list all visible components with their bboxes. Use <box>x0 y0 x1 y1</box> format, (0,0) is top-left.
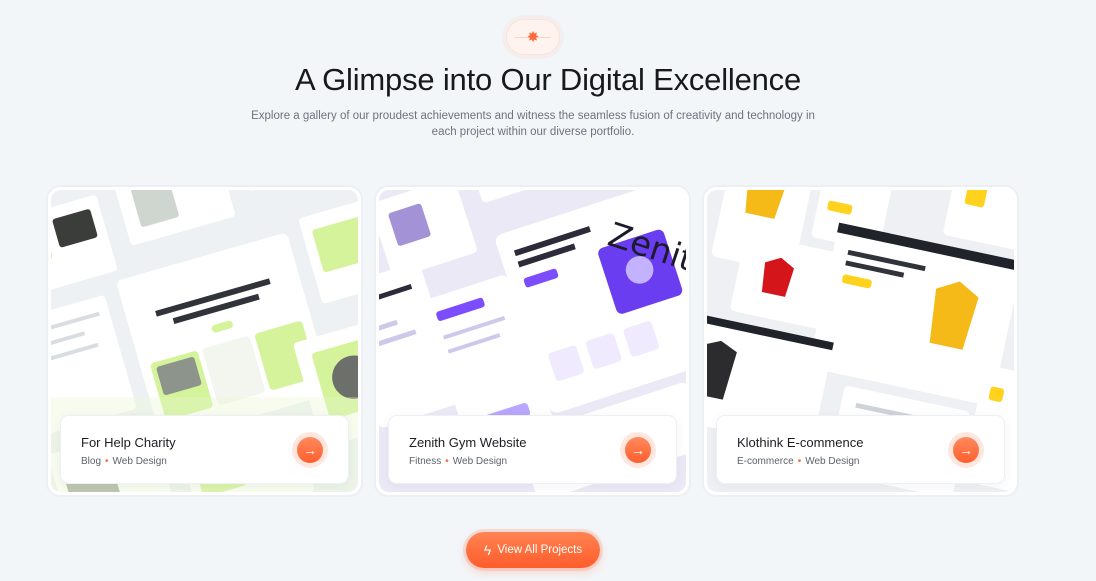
project-card-gym[interactable]: Zenith Zenith Gym Website Fitness • Web De… <box>374 185 691 497</box>
project-title: Klothink E-commence <box>737 435 864 450</box>
project-category: E-commerce <box>737 456 794 467</box>
arrow-right-icon: → <box>297 437 323 463</box>
view-all-projects-label: View All Projects <box>497 544 583 556</box>
project-tags: Fitness • Web Design <box>409 456 507 467</box>
project-tags: Blog • Web Design <box>81 456 167 467</box>
star-icon: ✸ <box>526 28 540 46</box>
project-type: Web Design <box>805 456 860 467</box>
separator-dot: • <box>105 456 109 467</box>
separator-dot: • <box>445 456 449 467</box>
project-title: For Help Charity <box>81 435 176 450</box>
arrow-right-icon: → <box>625 437 651 463</box>
view-all-projects-button[interactable]: ϟ View All Projects <box>466 532 600 568</box>
section-badge: ✸ <box>506 19 560 55</box>
project-type: Web Design <box>452 456 508 467</box>
separator-dot: • <box>797 456 802 467</box>
project-category: Blog <box>81 456 102 467</box>
project-info-panel: Klothink E-commence E-commerce • Web Desig… <box>716 415 1005 484</box>
project-info-panel: Zenith Gym Website Fitness • Web Design → <box>388 415 677 484</box>
project-card-charity[interactable]: For Help Charity Blog • Web Design → <box>46 185 363 497</box>
project-title: Zenith Gym Website <box>409 435 527 450</box>
open-project-button[interactable]: → <box>620 432 656 468</box>
arrow-right-icon: → <box>953 437 979 463</box>
project-category: Fitness <box>409 456 442 467</box>
open-project-button[interactable]: → <box>292 432 328 468</box>
lightning-icon: ϟ <box>483 542 492 558</box>
section-subtitle: Explore a gallery of our proudest achiev… <box>251 110 815 138</box>
project-type: Web Design <box>112 456 167 467</box>
project-tags: E-commerce • Web Design <box>737 456 860 467</box>
project-info-panel: For Help Charity Blog • Web Design → <box>60 415 349 484</box>
project-card-klothink[interactable]: Klothink E-commence E-commerce • Web Desig… <box>702 185 1019 497</box>
section-title: A Glimpse into Our Digital Excellence <box>294 62 802 97</box>
open-project-button[interactable]: → <box>948 432 984 468</box>
